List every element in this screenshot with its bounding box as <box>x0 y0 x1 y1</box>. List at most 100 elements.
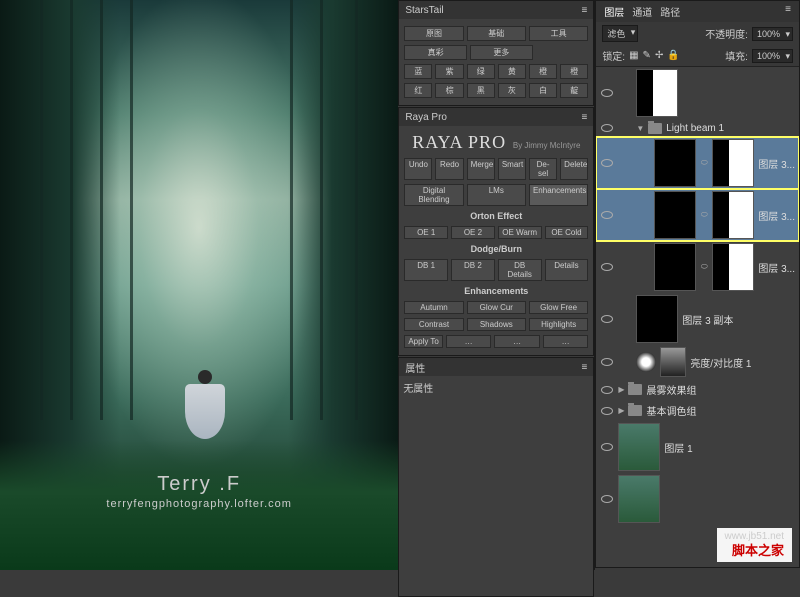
oe2-button[interactable]: OE 2 <box>451 226 495 239</box>
tab-enhancements[interactable]: Enhancements <box>529 184 588 206</box>
layer-row-selected[interactable]: ⬭ 图层 3... <box>596 137 799 189</box>
delete-button[interactable]: Delete <box>560 158 588 180</box>
layer-row[interactable] <box>596 473 799 525</box>
layer-thumbnail[interactable] <box>618 475 660 523</box>
visibility-toggle-icon[interactable] <box>600 441 614 453</box>
st-g5[interactable]: 橙 <box>560 64 588 79</box>
visibility-toggle-icon[interactable] <box>600 261 614 273</box>
st-g10[interactable]: 白 <box>529 83 557 98</box>
tab-paths[interactable]: 路径 <box>660 4 680 19</box>
panel-menu-icon[interactable]: ≡ <box>581 5 587 16</box>
layer-name[interactable]: 图层 1 <box>664 440 795 455</box>
apply-opt-2[interactable]: … <box>543 335 588 348</box>
smart-button[interactable]: Smart <box>498 158 526 180</box>
layer-row[interactable]: 图层 3 副本 <box>596 293 799 345</box>
layer-thumbnail[interactable] <box>636 69 678 117</box>
lock-move-icon[interactable]: ✢ <box>655 50 663 61</box>
layer-group-row[interactable]: ▶ 基本调色组 <box>596 400 799 421</box>
db2-button[interactable]: DB 2 <box>451 259 495 281</box>
fill-input[interactable]: 100% <box>752 49 793 63</box>
layer-thumbnail[interactable] <box>654 139 696 187</box>
db1-button[interactable]: DB 1 <box>404 259 448 281</box>
st-g8[interactable]: 黑 <box>467 83 495 98</box>
panel-menu-icon[interactable]: ≡ <box>581 362 587 373</box>
desel-button[interactable]: De-sel <box>529 158 557 180</box>
oecold-button[interactable]: OE Cold <box>545 226 589 239</box>
st-btn-1[interactable]: 基础 <box>467 26 526 41</box>
layer-row[interactable] <box>596 67 799 119</box>
mask-thumbnail[interactable] <box>712 139 754 187</box>
st-g3[interactable]: 黄 <box>498 64 526 79</box>
tab-digital-blending[interactable]: Digital Blending <box>404 184 463 206</box>
layer-group-row[interactable]: ▼ Light beam 1 <box>596 119 799 137</box>
contrast-button[interactable]: Contrast <box>404 318 463 331</box>
blend-mode-select[interactable]: 滤色 <box>602 25 638 42</box>
layer-name[interactable]: 图层 3... <box>758 260 795 275</box>
visibility-toggle-icon[interactable] <box>600 122 614 134</box>
tab-layers[interactable]: 图层 <box>604 4 624 19</box>
st-btn-3[interactable]: 真彩 <box>404 45 467 60</box>
layer-row[interactable]: 亮度/对比度 1 <box>596 345 799 379</box>
tab-channels[interactable]: 通道 <box>632 4 652 19</box>
layer-name[interactable]: 图层 3 副本 <box>682 312 795 327</box>
layer-thumbnail[interactable] <box>636 295 678 343</box>
tab-lms[interactable]: LMs <box>467 184 526 206</box>
layer-thumbnail[interactable] <box>654 191 696 239</box>
merge-button[interactable]: Merge <box>467 158 495 180</box>
layer-thumbnail[interactable] <box>618 423 660 471</box>
link-icon[interactable]: ⬭ <box>700 158 708 168</box>
mask-thumbnail[interactable] <box>712 191 754 239</box>
visibility-toggle-icon[interactable] <box>600 384 614 396</box>
glowcur-button[interactable]: Glow Cur <box>467 301 526 314</box>
layer-name[interactable]: 图层 3... <box>758 156 795 171</box>
lock-brush-icon[interactable]: ✎ <box>643 50 651 61</box>
layer-row[interactable]: ⬭ 图层 3... <box>596 241 799 293</box>
oe1-button[interactable]: OE 1 <box>404 226 448 239</box>
layer-group-row[interactable]: ▶ 晨雾效果组 <box>596 379 799 400</box>
visibility-toggle-icon[interactable] <box>600 313 614 325</box>
st-btn-2[interactable]: 工具 <box>529 26 588 41</box>
apply-opt-0[interactable]: … <box>446 335 491 348</box>
autumn-button[interactable]: Autumn <box>404 301 463 314</box>
opacity-input[interactable]: 100% <box>752 27 793 41</box>
layer-name[interactable]: 亮度/对比度 1 <box>690 355 795 370</box>
st-g6[interactable]: 红 <box>404 83 432 98</box>
st-g7[interactable]: 棕 <box>435 83 463 98</box>
mask-thumbnail[interactable] <box>660 347 686 377</box>
st-g2[interactable]: 绿 <box>467 64 495 79</box>
visibility-toggle-icon[interactable] <box>600 157 614 169</box>
st-g11[interactable]: 靛 <box>560 83 588 98</box>
link-icon[interactable]: ⬭ <box>700 262 708 272</box>
st-g4[interactable]: 橙 <box>529 64 557 79</box>
visibility-toggle-icon[interactable] <box>600 356 614 368</box>
layer-row-selected[interactable]: ⬭ 图层 3... <box>596 189 799 241</box>
expand-toggle-icon[interactable]: ▼ <box>636 124 644 133</box>
visibility-toggle-icon[interactable] <box>600 405 614 417</box>
oewarm-button[interactable]: OE Warm <box>498 226 542 239</box>
panel-menu-icon[interactable]: ≡ <box>785 4 791 19</box>
dbdetails-button[interactable]: DB Details <box>498 259 542 281</box>
undo-button[interactable]: Undo <box>404 158 432 180</box>
visibility-toggle-icon[interactable] <box>600 493 614 505</box>
st-btn-4[interactable]: 更多 <box>470 45 533 60</box>
highlights-button[interactable]: Highlights <box>529 318 588 331</box>
st-g1[interactable]: 紫 <box>435 64 463 79</box>
lock-all-icon[interactable]: 🔒 <box>667 50 679 61</box>
st-g9[interactable]: 灰 <box>498 83 526 98</box>
layer-row[interactable]: 图层 1 <box>596 421 799 473</box>
visibility-toggle-icon[interactable] <box>600 87 614 99</box>
lock-trans-icon[interactable]: ▦ <box>629 50 638 61</box>
redo-button[interactable]: Redo <box>435 158 463 180</box>
details-button[interactable]: Details <box>545 259 589 281</box>
apply-opt-1[interactable]: … <box>494 335 539 348</box>
shadows-button[interactable]: Shadows <box>467 318 526 331</box>
mask-thumbnail[interactable] <box>712 243 754 291</box>
expand-toggle-icon[interactable]: ▶ <box>618 385 624 394</box>
layer-thumbnail[interactable] <box>654 243 696 291</box>
layer-name[interactable]: 晨雾效果组 <box>646 382 795 397</box>
glowfree-button[interactable]: Glow Free <box>529 301 588 314</box>
link-icon[interactable]: ⬭ <box>700 210 708 220</box>
expand-toggle-icon[interactable]: ▶ <box>618 406 624 415</box>
st-btn-0[interactable]: 原图 <box>404 26 463 41</box>
panel-menu-icon[interactable]: ≡ <box>581 112 587 123</box>
